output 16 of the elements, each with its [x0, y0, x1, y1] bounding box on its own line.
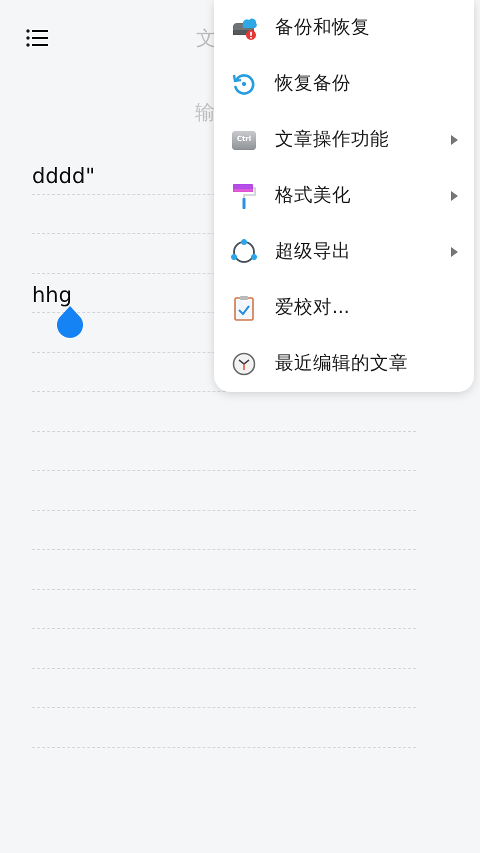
- text-line: hhg: [32, 284, 72, 307]
- share-icon: [230, 239, 258, 265]
- menu-item[interactable]: 最近编辑的文章: [214, 336, 474, 392]
- paint-roller-icon: [232, 182, 256, 210]
- menu-item[interactable]: 格式美化: [214, 168, 474, 224]
- text-line: dddd": [32, 165, 95, 188]
- page-title: 文: [196, 25, 216, 52]
- clipboard-icon: [233, 295, 255, 321]
- menu-item[interactable]: 爱校对...: [214, 280, 474, 336]
- menu-item[interactable]: 备份和恢复: [214, 0, 474, 56]
- menu-item[interactable]: 超级导出: [214, 224, 474, 280]
- menu-icon[interactable]: [26, 29, 48, 47]
- clock-icon: [232, 352, 256, 376]
- cursor-handle[interactable]: [56, 305, 84, 341]
- restore-icon: [232, 72, 256, 96]
- menu-item[interactable]: 恢复备份: [214, 56, 474, 112]
